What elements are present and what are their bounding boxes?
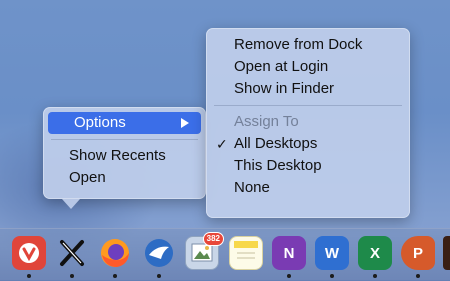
checkmark-icon: ✓ (216, 136, 228, 152)
onenote-letter: N (283, 244, 295, 262)
menu-item-label: Show in Finder (234, 80, 335, 97)
mail-bird-icon[interactable] (142, 236, 176, 270)
menu-item-label: This Desktop (234, 157, 322, 174)
mail-bird-logo (145, 239, 173, 267)
notification-badge: 382 (202, 232, 224, 246)
menu-item-open[interactable]: Open (43, 167, 206, 189)
menu-separator (214, 105, 402, 106)
firefox-logo (101, 239, 129, 267)
menu-item-label: Options (74, 114, 126, 131)
menu-item-label: Assign To (234, 113, 299, 130)
partial-app-icon[interactable] (443, 236, 450, 270)
vivaldi-logo (19, 243, 39, 263)
notes-icon[interactable] (229, 236, 263, 270)
menu-item-options[interactable]: Options (48, 112, 201, 134)
running-indicator (157, 274, 161, 278)
running-indicator (330, 274, 334, 278)
firefox-icon[interactable] (98, 236, 132, 270)
onenote-icon[interactable]: N (272, 236, 306, 270)
menu-item-label: Show Recents (69, 147, 166, 164)
powerpoint-letter: P (412, 244, 423, 262)
options-submenu: Remove from Dock Open at Login Show in F… (206, 28, 410, 218)
excel-icon[interactable]: X (358, 236, 392, 270)
word-letter: W (324, 244, 340, 262)
menu-separator (51, 139, 198, 140)
menu-header-assign-to: Assign To (206, 111, 410, 133)
menu-item-label: Open (69, 169, 106, 186)
menu-item-label: Open at Login (234, 58, 329, 75)
menu-item-label: None (234, 179, 270, 196)
menu-item-remove-from-dock[interactable]: Remove from Dock (206, 34, 410, 56)
menu-pointer-tail (62, 199, 80, 209)
x-logo (60, 240, 84, 266)
submenu-arrow-icon (181, 118, 189, 128)
menu-item-label: Remove from Dock (234, 36, 363, 53)
dock-context-menu: Options Show Recents Open (43, 107, 206, 199)
notes-logo (234, 241, 258, 259)
running-indicator (416, 274, 420, 278)
menu-item-all-desktops[interactable]: ✓ All Desktops (206, 133, 410, 155)
running-indicator (113, 274, 117, 278)
preview-icon[interactable]: 382 (185, 232, 224, 270)
powerpoint-icon[interactable]: P (401, 236, 435, 270)
running-indicator (287, 274, 291, 278)
menu-item-open-at-login[interactable]: Open at Login (206, 56, 410, 78)
excel-letter: X (369, 244, 380, 262)
menu-item-show-recents[interactable]: Show Recents (43, 145, 206, 167)
vivaldi-icon[interactable] (12, 236, 46, 270)
running-indicator (27, 274, 31, 278)
menu-item-label: All Desktops (234, 135, 318, 152)
running-indicator (70, 274, 74, 278)
menu-item-none[interactable]: None (206, 177, 410, 199)
word-icon[interactable]: W (315, 236, 349, 270)
menu-item-show-in-finder[interactable]: Show in Finder (206, 78, 410, 100)
running-indicator (373, 274, 377, 278)
menu-item-this-desktop[interactable]: This Desktop (206, 155, 410, 177)
x-app-icon[interactable] (55, 236, 89, 270)
